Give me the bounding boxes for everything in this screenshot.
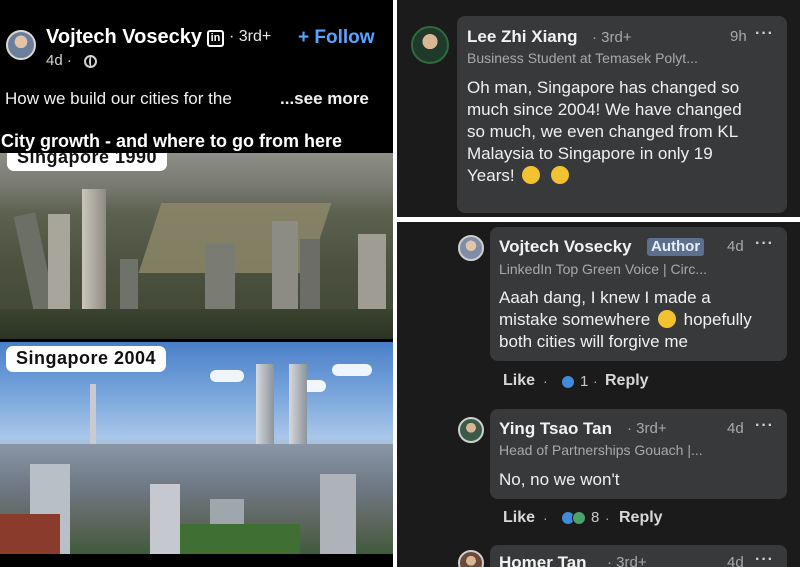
reply-button[interactable]: Reply bbox=[605, 372, 649, 390]
commenter-avatar[interactable] bbox=[411, 26, 449, 64]
commenter-headline: Head of Partnerships Gouach |... bbox=[499, 442, 703, 458]
author-badge: Author bbox=[647, 238, 705, 256]
connection-degree: · 3rd+ bbox=[229, 28, 272, 45]
commenter-name[interactable]: Homer Tan bbox=[499, 553, 587, 567]
like-button[interactable]: Like bbox=[503, 509, 535, 527]
comment-text: Aaah dang, I knew I made a mistake somew… bbox=[499, 288, 752, 351]
commenter-name[interactable]: Lee Zhi Xiang bbox=[467, 27, 578, 47]
reaction-count[interactable]: 1 bbox=[580, 373, 588, 390]
globe-icon bbox=[84, 55, 97, 68]
image-label: Singapore 1990 bbox=[7, 153, 168, 171]
celebrate-reaction-icon bbox=[572, 511, 586, 525]
connection-degree: · 3rd+ bbox=[607, 554, 647, 567]
reaction-count[interactable]: 8 bbox=[591, 509, 599, 526]
like-button[interactable]: Like bbox=[503, 372, 535, 390]
comment-time: 9h bbox=[730, 28, 747, 45]
commenter-avatar[interactable] bbox=[458, 550, 484, 567]
connection-degree: · 3rd+ bbox=[592, 29, 632, 46]
sweat-face-emoji-icon bbox=[657, 310, 676, 328]
post-text: How we build our cities for the bbox=[5, 89, 232, 108]
see-more-link[interactable]: ...see more bbox=[280, 89, 369, 109]
more-options-icon[interactable]: ··· bbox=[755, 25, 774, 43]
commenter-avatar[interactable] bbox=[458, 235, 484, 261]
linkedin-icon: in bbox=[207, 30, 224, 47]
post-author-name[interactable]: Vojtech Vosecky bbox=[46, 26, 202, 49]
commenter-name[interactable]: Ying Tsao Tan bbox=[499, 419, 612, 439]
more-options-icon[interactable]: ··· bbox=[755, 417, 774, 435]
image-singapore-2004[interactable]: Singapore 2004 bbox=[0, 342, 393, 554]
commenter-headline: LinkedIn Top Green Voice | Circ... bbox=[499, 261, 708, 277]
comment-text: No, no we won't bbox=[499, 470, 620, 489]
connection-degree: · 3rd+ bbox=[627, 420, 667, 437]
commenter-headline: Business Student at Temasek Polyt... bbox=[467, 50, 698, 66]
laughing-emoji-icon bbox=[551, 166, 570, 184]
reply-button[interactable]: Reply bbox=[619, 509, 663, 527]
commenter-name[interactable]: Vojtech Vosecky bbox=[499, 237, 632, 257]
author-avatar[interactable] bbox=[6, 30, 36, 60]
post-headline: City growth - and where to go from here bbox=[1, 131, 343, 151]
commenter-avatar[interactable] bbox=[458, 417, 484, 443]
like-reaction-icon bbox=[561, 375, 575, 389]
comments-panel: Lee Zhi Xiang · 3rd+ 9h ··· Business Stu… bbox=[397, 0, 800, 567]
comment-time: 4d bbox=[727, 238, 744, 255]
follow-button[interactable]: + Follow bbox=[298, 27, 375, 49]
comment-text: Oh man, Singapore has changed so much si… bbox=[467, 78, 742, 185]
comment-time: 4d bbox=[727, 554, 744, 567]
more-options-icon[interactable]: ··· bbox=[755, 551, 774, 567]
post-panel: Vojtech Vosecky in · 3rd+ + Follow 4d · … bbox=[0, 0, 393, 567]
comment-time: 4d bbox=[727, 420, 744, 437]
image-singapore-1990[interactable]: Singapore 1990 bbox=[0, 153, 393, 339]
image-label: Singapore 2004 bbox=[6, 346, 167, 372]
post-time: 4d · bbox=[46, 52, 72, 69]
more-options-icon[interactable]: ··· bbox=[755, 235, 774, 253]
nerd-face-emoji-icon bbox=[522, 166, 541, 184]
